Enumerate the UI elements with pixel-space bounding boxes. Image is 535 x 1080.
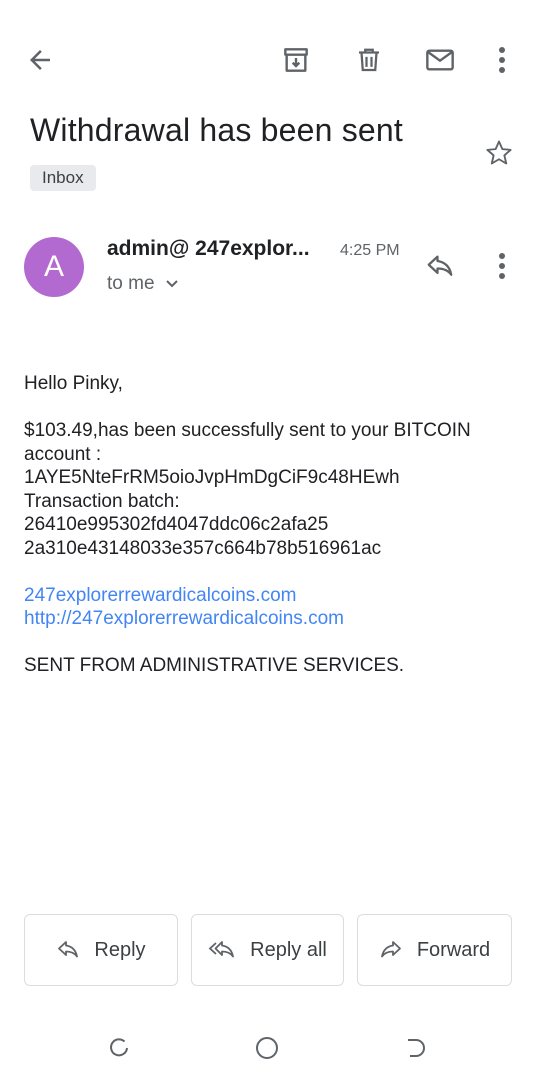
star-button[interactable] [480, 136, 518, 174]
recent-apps-button[interactable] [99, 1030, 139, 1070]
reply-icon [425, 251, 455, 286]
message-line: account : [24, 443, 102, 465]
delete-button[interactable] [349, 40, 389, 80]
reply-all-label: Reply all [250, 938, 327, 961]
arrow-back-icon [25, 45, 55, 75]
recipient-label: to me [107, 273, 155, 294]
reply-icon-button[interactable] [420, 248, 460, 288]
message-line: Transaction batch: [24, 490, 180, 512]
greeting-text: Hello Pinky, [24, 373, 123, 394]
reply-label: Reply [94, 938, 146, 961]
email-time: 4:25 PM [340, 242, 400, 259]
system-nav-bar [0, 1020, 535, 1080]
wallet-address: 1AYE5NteFrRM5oioJvpHmDgCiF9c48HEwh [24, 467, 400, 488]
links-block: 247explorerrewardicalcoins.com http://24… [24, 584, 514, 631]
reply-button[interactable]: Reply [24, 914, 178, 986]
forward-button[interactable]: Forward [357, 914, 512, 986]
back-nav-button[interactable] [396, 1030, 436, 1070]
inbox-label-chip[interactable]: Inbox [30, 165, 96, 191]
recent-apps-icon [107, 1036, 131, 1065]
message-line: $103.49,has been successfully sent to yo… [24, 420, 471, 441]
mark-unread-button[interactable] [420, 40, 460, 80]
home-circle-icon [254, 1035, 280, 1066]
more-vert-icon [498, 252, 506, 285]
sender-name: admin@ 247explor... [107, 237, 310, 260]
back-nav-icon [404, 1036, 428, 1065]
email-body: Hello Pinky, $103.49,has been successful… [24, 372, 514, 701]
reply-all-icon [208, 938, 236, 962]
message-text: $103.49,has been successfully sent to yo… [24, 419, 514, 560]
top-toolbar [0, 0, 535, 120]
message-more-button[interactable] [482, 248, 522, 288]
website-link[interactable]: 247explorerrewardicalcoins.com [24, 584, 514, 608]
website-url-link[interactable]: http://247explorerrewardicalcoins.com [24, 607, 514, 631]
forward-icon [379, 938, 403, 962]
archive-icon [280, 44, 312, 76]
recipient-details-toggle[interactable]: to me [107, 273, 179, 295]
more-options-button[interactable] [482, 40, 522, 80]
reply-all-button[interactable]: Reply all [191, 914, 344, 986]
archive-button[interactable] [276, 40, 316, 80]
transaction-hash-part: 2a310e43148033e357c664b78b516961ac [24, 537, 382, 559]
mail-icon [424, 44, 456, 76]
transaction-hash-part: 26410e995302fd4047ddc06c2afa25 [24, 514, 329, 535]
sender-avatar[interactable]: A [24, 237, 84, 297]
email-subject: Withdrawal has been sent [30, 112, 404, 148]
signature-text: SENT FROM ADMINISTRATIVE SERVICES. [24, 655, 405, 676]
back-button[interactable] [20, 40, 60, 80]
star-outline-icon [484, 138, 514, 173]
email-actions: Reply Reply all Forward [24, 914, 512, 986]
more-vert-icon [498, 46, 506, 74]
trash-icon [354, 45, 384, 75]
chevron-down-icon [165, 279, 179, 289]
reply-icon [56, 938, 80, 962]
forward-label: Forward [416, 938, 491, 961]
home-button[interactable] [247, 1030, 287, 1070]
